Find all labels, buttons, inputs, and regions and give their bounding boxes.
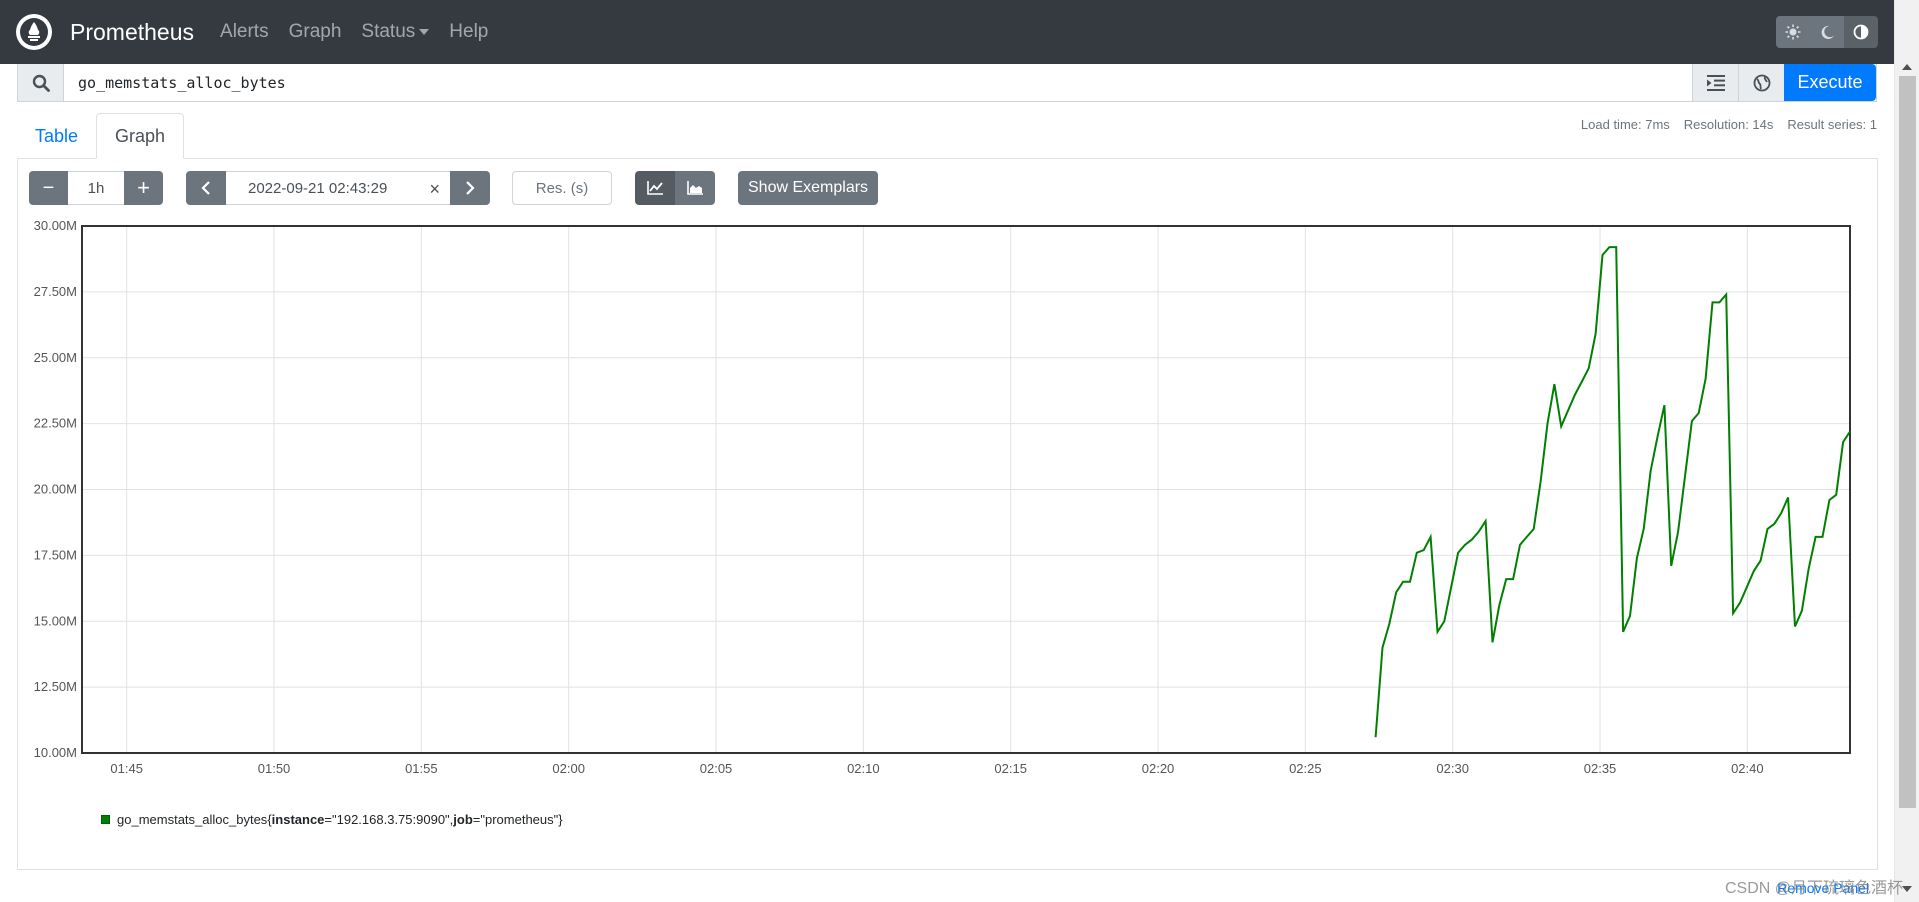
- x-tick-label: 02:15: [994, 761, 1027, 776]
- legend-label-instance: instance: [271, 812, 325, 827]
- y-tick-label: 12.50M: [34, 679, 77, 694]
- x-tick-label: 02:30: [1436, 761, 1469, 776]
- y-tick-label: 17.50M: [34, 547, 77, 562]
- y-tick-label: 20.00M: [34, 482, 77, 497]
- legend-label-job: job: [453, 812, 473, 827]
- x-tick-label: 02:40: [1731, 761, 1764, 776]
- x-tick-label: 01:50: [258, 761, 291, 776]
- x-tick-label: 02:10: [847, 761, 880, 776]
- y-tick-label: 27.50M: [34, 284, 77, 299]
- x-tick-label: 02:35: [1584, 761, 1617, 776]
- x-axis-ticks: 01:45 01:50 01:55 02:00 02:05 02:10 02:15 02:20…: [110, 761, 1763, 776]
- x-tick-label: 02:00: [552, 761, 585, 776]
- x-tick-label: 02:25: [1289, 761, 1322, 776]
- legend-brace-close: }: [558, 812, 563, 827]
- scrollbar-thumb[interactable]: [1899, 76, 1916, 808]
- legend-swatch: [101, 815, 110, 824]
- watermark: CSDN @月下琉璃色酒杯: [1724, 880, 1903, 897]
- graph-chart[interactable]: 30.00M 27.50M 25.00M 22.50M 20.00M 17.50M 15.0…: [0, 0, 1894, 790]
- x-tick-label: 01:45: [110, 761, 143, 776]
- legend-metric: go_memstats_alloc_bytes: [117, 812, 268, 827]
- chart-grid: [82, 225, 1850, 754]
- y-axis-ticks: 30.00M 27.50M 25.00M 22.50M 20.00M 17.50M 15.0…: [34, 218, 77, 760]
- scroll-up-icon[interactable]: [1902, 64, 1912, 70]
- y-tick-label: 10.00M: [34, 745, 77, 760]
- x-tick-label: 02:20: [1142, 761, 1175, 776]
- y-tick-label: 30.00M: [34, 218, 77, 233]
- legend-value-job: ="prometheus": [472, 812, 559, 827]
- legend-value-instance: ="192.168.3.75:9090",: [324, 812, 454, 827]
- tab-graph[interactable]: Graph: [96, 113, 185, 159]
- series-line[interactable]: [1374, 246, 1851, 738]
- x-tick-label: 01:55: [405, 761, 438, 776]
- y-tick-label: 22.50M: [34, 416, 77, 431]
- graph-legend[interactable]: go_memstats_alloc_bytes{instance ="192.16…: [101, 812, 563, 827]
- scroll-down-icon[interactable]: [1902, 886, 1912, 892]
- x-tick-label: 02:05: [700, 761, 733, 776]
- y-tick-label: 15.00M: [34, 613, 77, 628]
- y-tick-label: 25.00M: [34, 350, 77, 365]
- page-scrollbar[interactable]: [1894, 0, 1919, 902]
